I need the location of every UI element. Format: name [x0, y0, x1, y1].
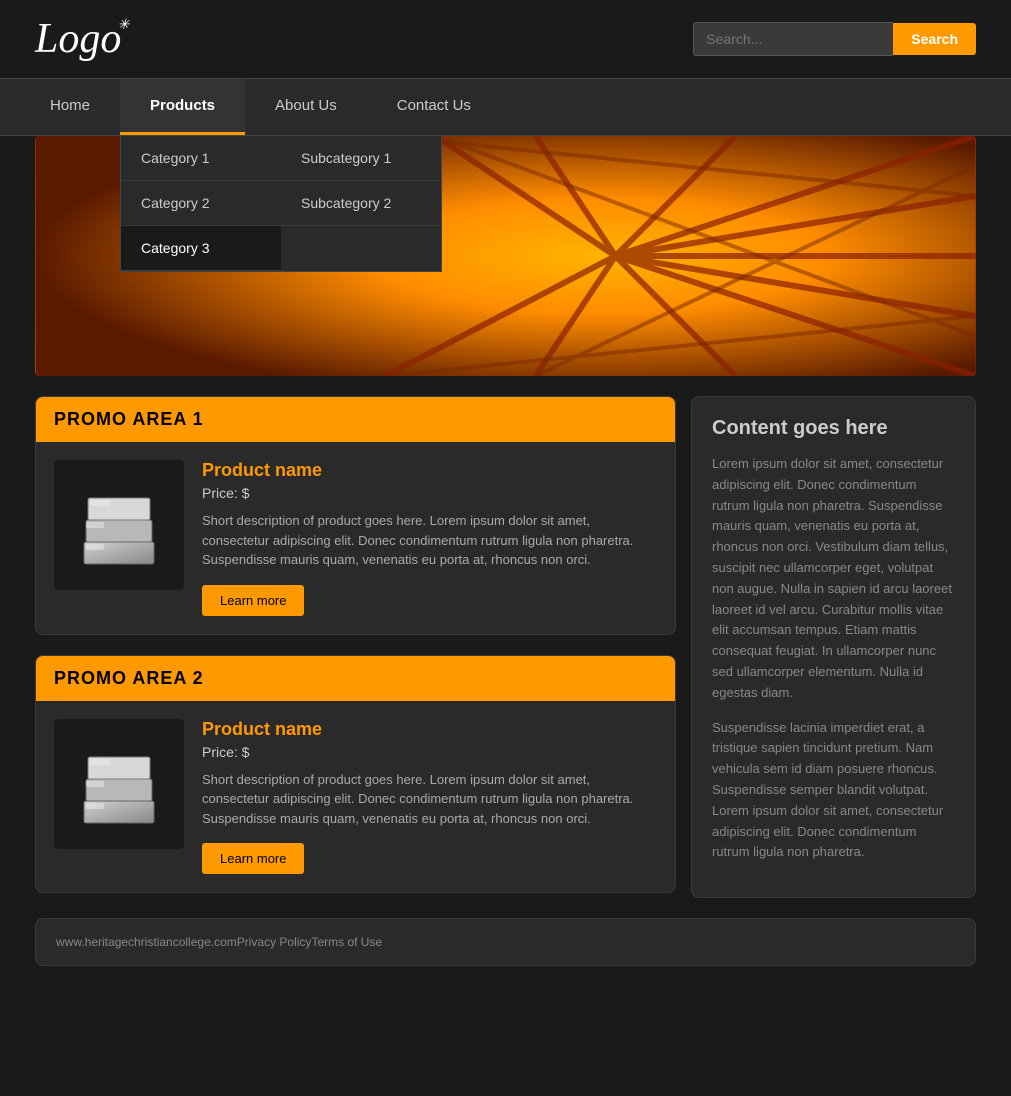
dropdown-category-2[interactable]: Category 2: [121, 181, 281, 226]
promo-section-1: PROMO AREA 1: [35, 396, 676, 635]
product-name-1: Product name: [202, 460, 657, 481]
sidebar: Content goes here Lorem ipsum dolor sit …: [691, 396, 976, 898]
dropdown-subcategory-2[interactable]: Subcategory 2: [281, 181, 441, 226]
nav-item-contact: Contact Us: [367, 79, 501, 135]
product-price-2: Price: $: [202, 744, 657, 760]
footer-terms[interactable]: Terms of Use: [311, 935, 382, 949]
dropdown-categories: Category 1 Category 2 Category 3: [121, 136, 281, 271]
footer-url[interactable]: www.heritagechristiancollege.com: [56, 935, 237, 949]
sidebar-paragraph-1: Lorem ipsum dolor sit amet, consectetur …: [712, 454, 955, 704]
search-button[interactable]: Search: [893, 23, 976, 55]
product-desc-1: Short description of product goes here. …: [202, 511, 657, 570]
product-icon-1: [64, 470, 174, 580]
product-desc-2: Short description of product goes here. …: [202, 770, 657, 829]
promo-header-1: PROMO AREA 1: [36, 397, 675, 442]
main-nav: Home Products Category 1 Category 2 Cate…: [0, 78, 1011, 136]
learn-more-btn-1[interactable]: Learn more: [202, 585, 304, 616]
promo-title-1: PROMO AREA 1: [54, 409, 204, 429]
logo: Logo✳: [35, 15, 121, 63]
product-info-1: Product name Price: $ Short description …: [202, 460, 657, 616]
nav-item-about: About Us: [245, 79, 367, 135]
search-input[interactable]: [693, 22, 893, 56]
footer-links: www.heritagechristiancollege.com Privacy…: [56, 935, 382, 949]
product-price-1: Price: $: [202, 485, 657, 501]
dropdown-category-1[interactable]: Category 1: [121, 136, 281, 181]
sidebar-title: Content goes here: [712, 417, 955, 440]
sidebar-paragraph-2: Suspendisse lacinia imperdiet erat, a tr…: [712, 718, 955, 864]
logo-star: ✳: [118, 17, 130, 34]
footer-privacy[interactable]: Privacy Policy: [237, 935, 312, 949]
product-info-2: Product name Price: $ Short description …: [202, 719, 657, 875]
promo-body-1: Product name Price: $ Short description …: [36, 442, 675, 634]
header: Logo✳ Search: [0, 0, 1011, 78]
nav-link-about[interactable]: About Us: [245, 79, 367, 132]
product-image-1: [54, 460, 184, 590]
promos-container: PROMO AREA 1: [35, 396, 676, 898]
nav-link-contact[interactable]: Contact Us: [367, 79, 501, 132]
dropdown-subcategories: Subcategory 1 Subcategory 2: [281, 136, 441, 271]
promo-section-2: PROMO AREA 2: [35, 655, 676, 894]
products-dropdown: Category 1 Category 2 Category 3 Subcate…: [120, 135, 442, 272]
nav-link-home[interactable]: Home: [20, 79, 120, 132]
dropdown-subcategory-1[interactable]: Subcategory 1: [281, 136, 441, 181]
dropdown-category-3[interactable]: Category 3: [121, 226, 281, 271]
footer: www.heritagechristiancollege.com Privacy…: [35, 918, 976, 966]
product-icon-2: [64, 729, 174, 839]
search-bar: Search: [693, 22, 976, 56]
learn-more-btn-2[interactable]: Learn more: [202, 843, 304, 874]
product-name-2: Product name: [202, 719, 657, 740]
promo-body-2: Product name Price: $ Short description …: [36, 701, 675, 893]
nav-link-products[interactable]: Products: [120, 79, 245, 135]
promo-title-2: PROMO AREA 2: [54, 668, 204, 688]
promo-header-2: PROMO AREA 2: [36, 656, 675, 701]
main-content: PROMO AREA 1: [35, 396, 976, 898]
nav-item-home: Home: [20, 79, 120, 135]
nav-item-products: Products Category 1 Category 2 Category …: [120, 79, 245, 135]
product-image-2: [54, 719, 184, 849]
logo-text: Logo: [35, 16, 121, 62]
